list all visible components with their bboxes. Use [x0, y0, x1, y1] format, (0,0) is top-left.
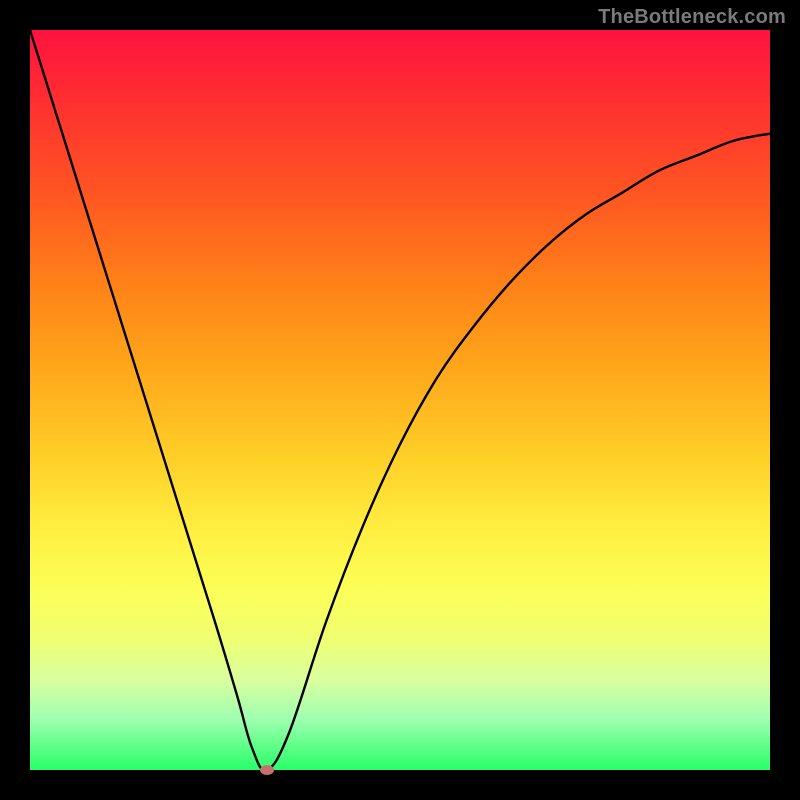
minimum-marker: [260, 765, 274, 775]
chart-frame: TheBottleneck.com: [0, 0, 800, 800]
watermark-text: TheBottleneck.com: [598, 6, 786, 29]
plot-area: [30, 30, 770, 770]
curve-svg: [30, 30, 770, 770]
bottleneck-curve-path: [30, 30, 770, 770]
